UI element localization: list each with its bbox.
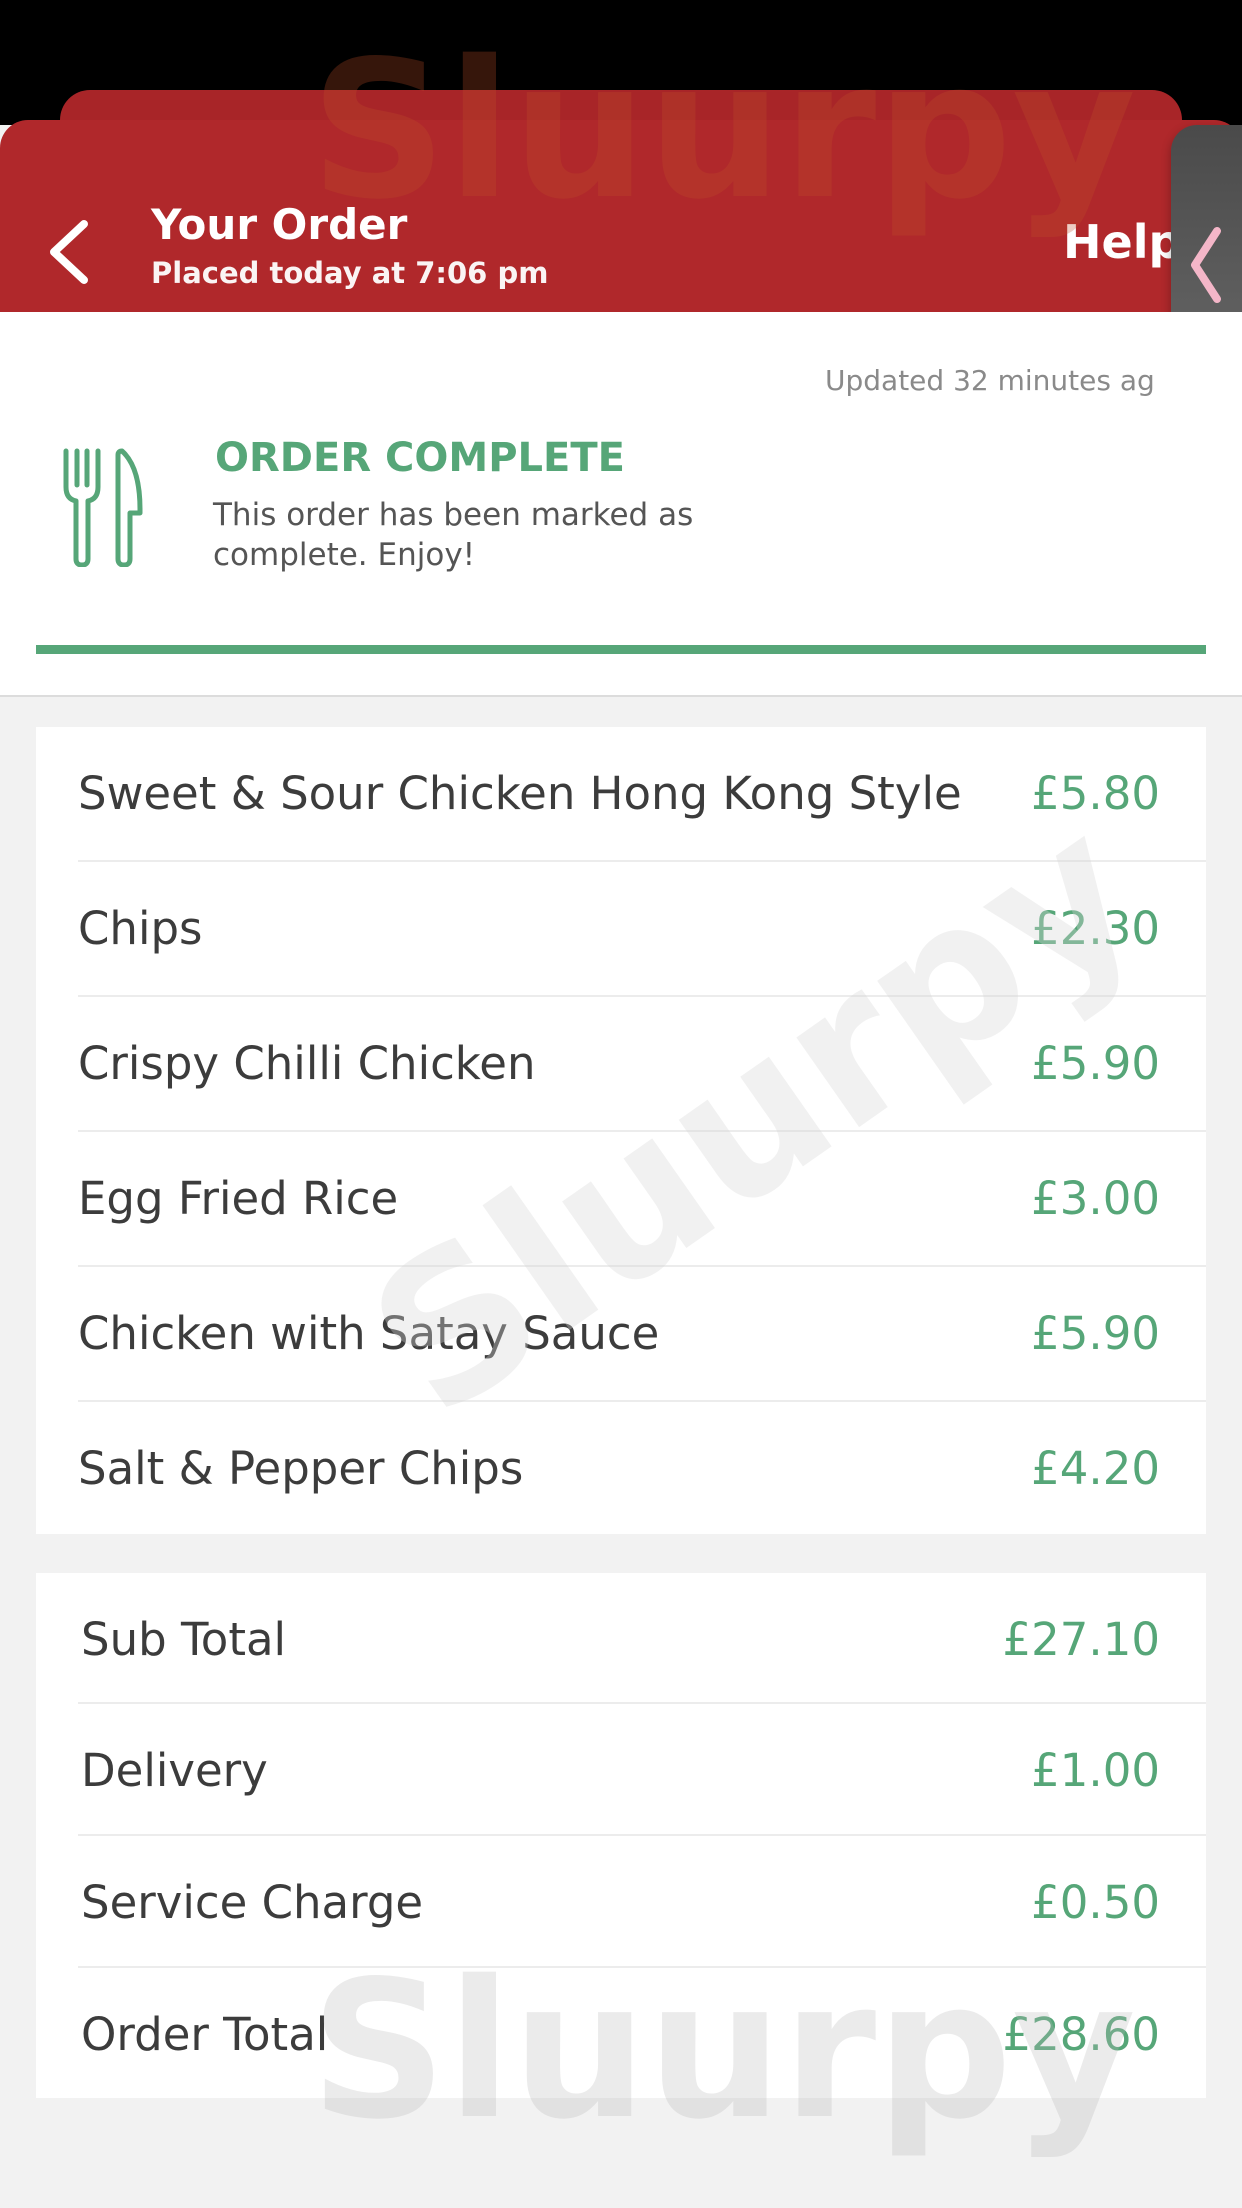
status-message: This order has been marked as complete. … (213, 497, 694, 573)
progress-bar (36, 645, 1206, 654)
list-item: Salt & Pepper Chips £4.20 (36, 1402, 1206, 1534)
list-item: Crispy Chilli Chicken £5.90 (36, 997, 1206, 1132)
list-item: Egg Fried Rice £3.00 (36, 1132, 1206, 1267)
order-items-list: Sweet & Sour Chicken Hong Kong Style £5.… (36, 727, 1206, 1534)
chevron-left-icon (1191, 227, 1221, 303)
help-button[interactable]: Help (1063, 215, 1181, 269)
order-totals: Sub Total £27.10 Delivery £1.00 Service … (36, 1573, 1206, 2098)
page-title: Your Order (151, 200, 408, 249)
item-name: Egg Fried Rice (78, 1172, 399, 1225)
item-price: £5.90 (1031, 1307, 1160, 1360)
list-item: Sweet & Sour Chicken Hong Kong Style £5.… (36, 727, 1206, 862)
item-name: Sweet & Sour Chicken Hong Kong Style (78, 767, 962, 820)
total-value: £28.60 (1002, 2008, 1160, 2061)
item-name: Chips (78, 902, 203, 955)
order-header: Your Order Placed today at 7:06 pm (0, 120, 1242, 312)
totals-row: Service Charge £0.50 (36, 1836, 1206, 1968)
item-name: Chicken with Satay Sauce (78, 1307, 660, 1360)
item-name: Salt & Pepper Chips (78, 1442, 524, 1495)
fork-knife-icon (63, 448, 143, 567)
total-label: Order Total (81, 2008, 329, 2061)
total-value: £1.00 (1031, 1744, 1160, 1797)
item-price: £5.90 (1031, 1037, 1160, 1090)
item-price: £5.80 (1031, 767, 1160, 820)
item-name: Crispy Chilli Chicken (78, 1037, 536, 1090)
total-label: Sub Total (81, 1613, 287, 1666)
totals-row: Order Total £28.60 (36, 1968, 1206, 2098)
order-status-panel: Updated 32 minutes ag ORDER COMPLETE Thi… (0, 312, 1242, 697)
totals-row: Sub Total £27.10 (36, 1573, 1206, 1704)
list-item: Chicken with Satay Sauce £5.90 (36, 1267, 1206, 1402)
status-title: ORDER COMPLETE (215, 435, 625, 481)
list-item: Chips £2.30 (36, 862, 1206, 997)
item-price: £3.00 (1031, 1172, 1160, 1225)
item-price: £2.30 (1031, 902, 1160, 955)
total-label: Delivery (81, 1744, 268, 1797)
order-placed-time: Placed today at 7:06 pm (151, 256, 549, 290)
chevron-left-icon (50, 220, 88, 284)
total-label: Service Charge (81, 1876, 424, 1929)
back-button[interactable] (40, 212, 100, 292)
total-value: £0.50 (1031, 1876, 1160, 1929)
total-value: £27.10 (1002, 1613, 1160, 1666)
item-price: £4.20 (1031, 1442, 1160, 1495)
updated-timestamp: Updated 32 minutes ag (825, 364, 1155, 397)
totals-row: Delivery £1.00 (36, 1704, 1206, 1836)
